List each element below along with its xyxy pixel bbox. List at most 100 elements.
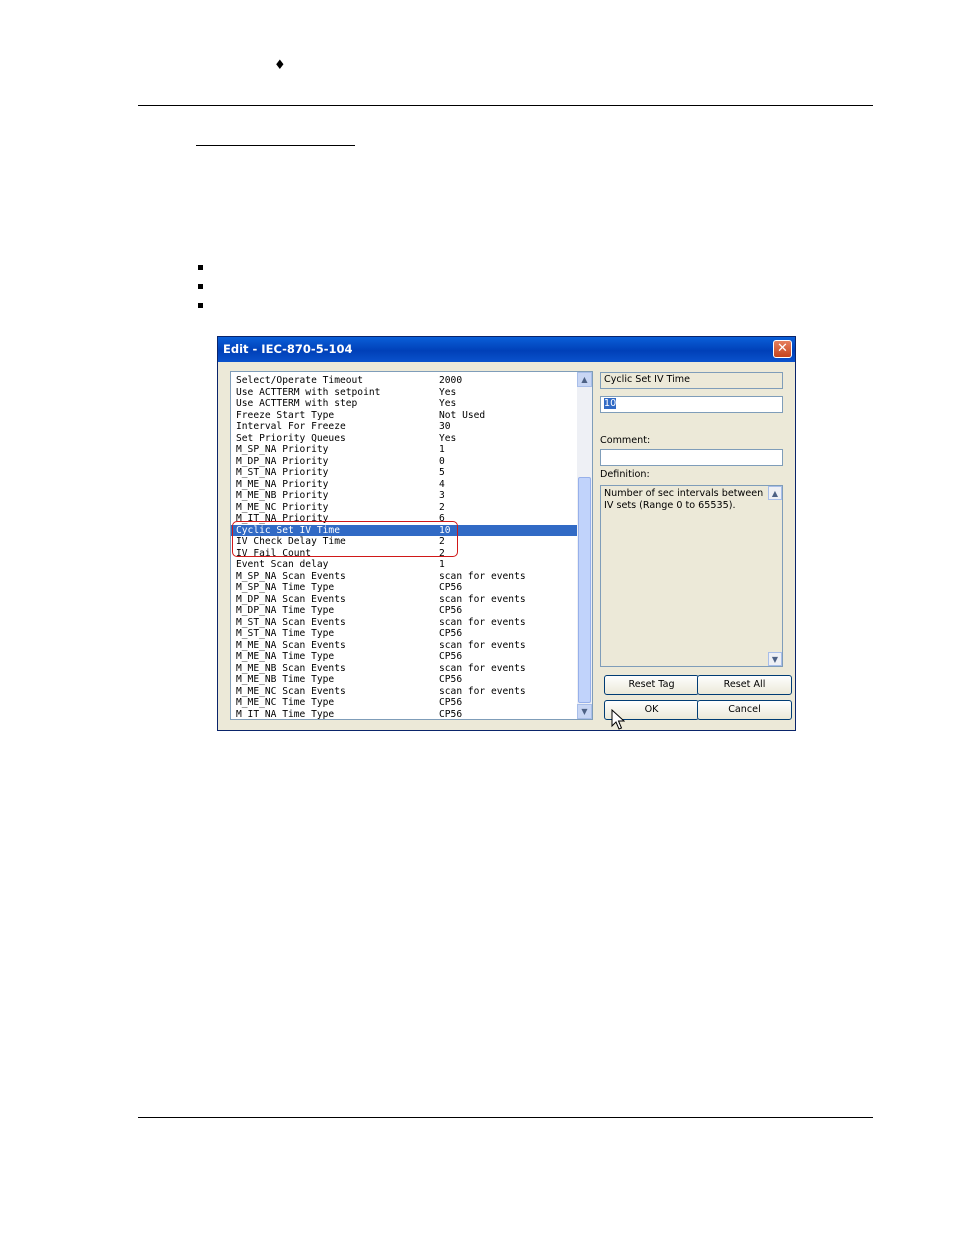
param-value: 1 (439, 444, 445, 455)
list-item[interactable]: M_ME_NA Priority 4 (231, 479, 577, 491)
param-name: M_ME_NB Time Type (236, 674, 335, 685)
def-scroll-up-icon[interactable]: ▲ (768, 486, 782, 500)
list-item[interactable]: M_SP_NA Scan Events scan for events (231, 571, 577, 583)
list-item[interactable]: M_ME_NC Priority 2 (231, 502, 577, 514)
list-item[interactable]: M_IT_NA Time Type CP56 (231, 708, 577, 720)
cancel-button[interactable]: Cancel (697, 700, 792, 720)
heading-underline (196, 145, 355, 146)
list-item[interactable]: M_SP_NA Time Type CP56 (231, 582, 577, 594)
list-item[interactable]: Select/Operate Timeout 2000 (231, 375, 577, 387)
param-value: CP56 (439, 697, 463, 708)
list-item[interactable]: Event Scan delay 1 (231, 559, 577, 571)
param-name: M_ME_NB Scan Events (236, 662, 346, 674)
param-value: 3 (439, 490, 445, 501)
param-value: Yes (439, 432, 457, 444)
definition-text: Number of sec intervals between IV sets … (604, 488, 764, 511)
param-name: M_SP_NA Time Type (236, 582, 335, 593)
param-value: scan for events (439, 593, 526, 605)
param-value: 2000 (439, 375, 463, 386)
list-item[interactable]: Set Priority Queues Yes (231, 433, 577, 445)
list-item[interactable]: M_ME_NC Time Type CP56 (231, 697, 577, 709)
highlight-box (232, 521, 458, 557)
def-scroll-down-icon[interactable]: ▼ (768, 652, 782, 666)
param-name: Set Priority Queues (236, 432, 346, 444)
scroll-up-icon[interactable]: ▲ (577, 372, 592, 387)
list-item[interactable]: M_ME_NB Scan Events scan for events (231, 663, 577, 675)
list-item[interactable]: M_SP_NA Priority 1 (231, 444, 577, 456)
list-scrollbar[interactable]: ▲ ▼ (577, 372, 592, 719)
reset-all-button[interactable]: Reset All (697, 675, 792, 695)
list-item[interactable]: M_ME_NA Scan Events scan for events (231, 640, 577, 652)
close-icon[interactable]: ✕ (773, 340, 792, 358)
list-item[interactable]: M_ST_NA Scan Events scan for events (231, 617, 577, 629)
param-value: CP56 (439, 628, 463, 639)
param-value: Yes (439, 386, 457, 398)
header-rule (138, 105, 873, 106)
reset-tag-button[interactable]: Reset Tag (604, 675, 699, 695)
param-value: scan for events (439, 662, 526, 674)
dialog-title: Edit - IEC-870-5-104 (223, 342, 353, 356)
bullet-1 (198, 265, 203, 270)
param-value-input[interactable]: 10 (600, 396, 783, 413)
param-name: M_SP_NA Priority (236, 444, 329, 455)
bullet-2 (198, 284, 203, 289)
param-value: scan for events (439, 685, 526, 697)
param-name: M_ME_NB Priority (236, 490, 329, 501)
param-value: 0 (439, 455, 445, 467)
param-value: CP56 (439, 605, 463, 616)
bullet-3 (198, 303, 203, 308)
param-value: Not Used (439, 409, 486, 421)
param-value: scan for events (439, 639, 526, 651)
param-name: M_ME_NA Time Type (236, 651, 335, 662)
param-value: 2 (439, 501, 445, 513)
list-item[interactable]: M_ST_NA Priority 5 (231, 467, 577, 479)
param-name: Select/Operate Timeout (236, 375, 364, 386)
footer-rule (138, 1117, 873, 1118)
list-item[interactable]: Interval For Freeze 30 (231, 421, 577, 433)
param-name: M_ME_NA Scan Events (236, 639, 346, 651)
edit-dialog: Edit - IEC-870-5-104 ✕ Select/Operate Ti… (217, 336, 796, 731)
list-item[interactable]: M_ME_NB Priority 3 (231, 490, 577, 502)
param-value: CP56 (439, 674, 463, 685)
list-item[interactable]: M_ME_NA Time Type CP56 (231, 651, 577, 663)
param-name: M_ME_NA Priority (236, 478, 329, 490)
param-name: M_ST_NA Priority (236, 467, 329, 478)
param-name: Interval For Freeze (236, 421, 346, 432)
list-item[interactable]: M_ST_NA Time Type CP56 (231, 628, 577, 640)
scroll-down-icon[interactable]: ▼ (577, 704, 592, 719)
param-value: CP56 (439, 582, 463, 593)
mouse-cursor-icon (611, 709, 625, 730)
param-value: 30 (439, 421, 451, 432)
param-name: M_ME_NC Time Type (236, 697, 335, 708)
param-name: M_DP_NA Priority (236, 455, 329, 467)
param-value: scan for events (439, 616, 526, 628)
comment-label: Comment: (600, 435, 651, 446)
param-value-text: 10 (604, 398, 617, 409)
param-name: M_IT_NA Time Type (236, 708, 335, 720)
param-name-field: Cyclic Set IV Time (600, 372, 783, 389)
param-name: M_SP_NA Scan Events (236, 570, 346, 582)
param-name: M_DP_NA Time Type (236, 605, 335, 616)
param-name: M_DP_NA Scan Events (236, 593, 346, 605)
list-item[interactable]: M_DP_NA Priority 0 (231, 456, 577, 468)
param-name: Use ACTTERM with setpoint (236, 386, 381, 398)
param-name: Use ACTTERM with step (236, 398, 358, 409)
comment-input[interactable] (600, 449, 783, 466)
list-item[interactable]: M_ME_NB Time Type CP56 (231, 674, 577, 686)
list-item[interactable]: M_ME_NC Scan Events scan for events (231, 686, 577, 698)
param-name: M_ME_NC Priority (236, 501, 329, 513)
list-item[interactable]: Use ACTTERM with step Yes (231, 398, 577, 410)
list-item[interactable]: Use ACTTERM with setpoint Yes (231, 387, 577, 399)
param-name: M_ST_NA Time Type (236, 628, 335, 639)
header-diamond: ♦ (274, 58, 286, 73)
scroll-thumb[interactable] (578, 477, 591, 703)
param-name: M_ST_NA Scan Events (236, 616, 346, 628)
param-name: Freeze Start Type (236, 409, 335, 421)
title-bar[interactable]: Edit - IEC-870-5-104 ✕ (218, 337, 795, 362)
list-item[interactable]: Freeze Start Type Not Used (231, 410, 577, 422)
list-item[interactable]: M_DP_NA Time Type CP56 (231, 605, 577, 617)
param-name: Event Scan delay (236, 559, 329, 570)
param-value: 1 (439, 559, 445, 570)
param-value: CP56 (439, 651, 463, 662)
list-item[interactable]: M_DP_NA Scan Events scan for events (231, 594, 577, 606)
